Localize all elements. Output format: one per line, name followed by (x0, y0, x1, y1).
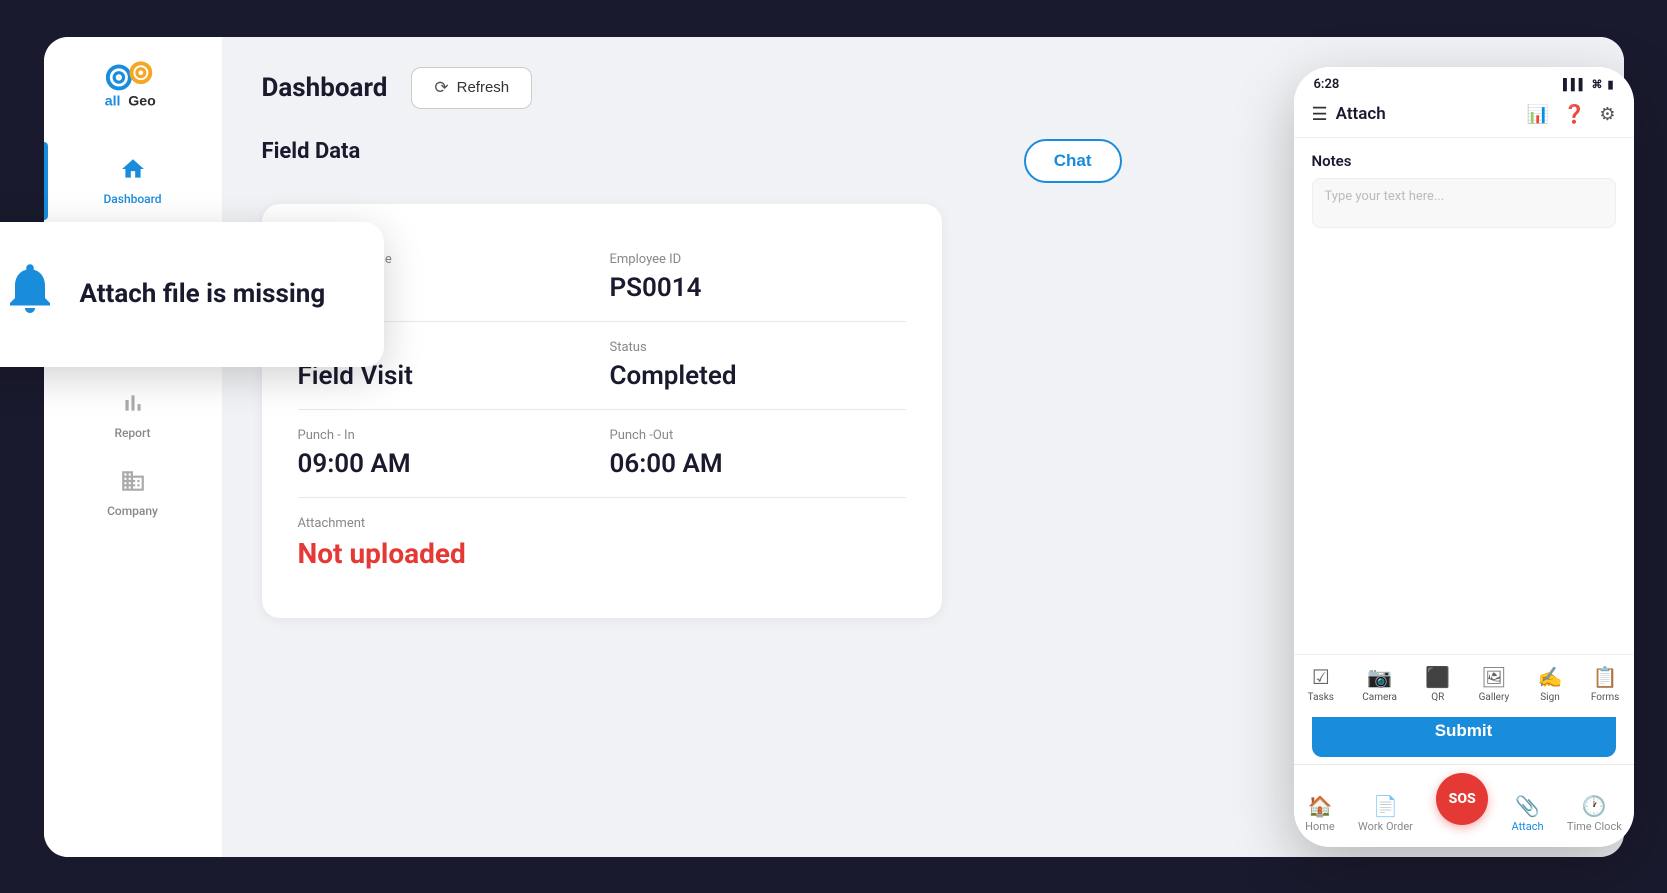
help-icon[interactable]: ❓ (1563, 104, 1585, 125)
phone-tab-sos[interactable]: SOS (1436, 773, 1488, 833)
phone-header-icons: 📊 ❓ ⚙ (1527, 104, 1616, 125)
page-title: Dashboard (262, 73, 388, 103)
refresh-label: Refresh (457, 79, 510, 96)
attach-tab-icon: 📎 (1515, 794, 1540, 818)
home-tab-icon: 🏠 (1307, 794, 1332, 818)
punch-out-value: 06:00 AM (610, 449, 906, 479)
attach-tab-label: Attach (1512, 820, 1544, 833)
camera-label: Camera (1362, 692, 1397, 703)
home-icon (120, 156, 146, 188)
phone-tool-qr[interactable]: ⬛ QR (1425, 665, 1450, 703)
tasks-icon: ☑ (1312, 665, 1330, 689)
phone-header: ☰ Attach 📊 ❓ ⚙ (1294, 96, 1634, 138)
refresh-button[interactable]: ⟳ Refresh (411, 67, 532, 109)
notes-title: Notes (1312, 152, 1616, 170)
sign-label: Sign (1540, 692, 1560, 703)
punch-out-field: Punch -Out 06:00 AM (610, 428, 906, 479)
status-label: Status (610, 340, 906, 355)
status-value: Completed (610, 361, 906, 391)
attachment-value: Not uploaded (298, 537, 906, 570)
phone-tab-attach[interactable]: 📎 Attach (1512, 794, 1544, 833)
svg-text:all: all (104, 92, 120, 108)
status-icons: ▌▌▌ ⌘ ▮ (1563, 78, 1613, 91)
gallery-icon: 🖼 (1481, 665, 1506, 689)
phone-notes-section: Notes Type your text here... (1294, 138, 1634, 242)
notes-placeholder: Type your text here... (1325, 189, 1445, 204)
employee-id-label: Employee ID (610, 252, 906, 267)
status-field: Status Completed (610, 340, 906, 391)
phone-bottom-tabs: 🏠 Home 📄 Work Order SOS 📎 Attach 🕐 Time … (1294, 764, 1634, 847)
phone-tab-timeclock[interactable]: 🕐 Time Clock (1567, 794, 1622, 833)
timeclock-tab-icon: 🕐 (1582, 794, 1607, 818)
phone-tool-sign[interactable]: ✍ Sign (1538, 665, 1563, 703)
punch-in-label: Punch - In (298, 428, 594, 443)
employee-row: Employee Name Joan Employee ID PS0014 (298, 234, 906, 322)
punch-in-field: Punch - In 09:00 AM (298, 428, 594, 479)
punch-out-label: Punch -Out (610, 428, 906, 443)
attachment-row: Attachment Not uploaded (298, 498, 906, 588)
wifi-icon: ⌘ (1591, 78, 1602, 91)
signal-icon: ▌▌▌ (1563, 78, 1586, 91)
sidebar: all Geo Dashboard Schedule (44, 37, 222, 857)
report-icon (120, 390, 146, 422)
gallery-label: Gallery (1479, 692, 1510, 703)
svg-text:Geo: Geo (128, 92, 156, 108)
app-container: all Geo Dashboard Schedule (44, 37, 1624, 857)
punch-in-value: 09:00 AM (298, 449, 594, 479)
alert-message: Attach file is missing (80, 279, 326, 309)
bell-icon (0, 258, 60, 331)
employee-id-field: Employee ID PS0014 (610, 252, 906, 303)
refresh-icon: ⟳ (434, 78, 448, 98)
phone-tab-home[interactable]: 🏠 Home (1305, 794, 1335, 833)
sign-icon: ✍ (1538, 665, 1563, 689)
task-row: Task Field Visit Status Completed (298, 322, 906, 410)
phone-tool-gallery[interactable]: 🖼 Gallery (1479, 665, 1510, 703)
phone-header-label: Attach (1336, 104, 1386, 124)
employee-id-value: PS0014 (610, 273, 906, 303)
workorder-tab-icon: 📄 (1373, 794, 1398, 818)
workorder-tab-label: Work Order (1358, 820, 1413, 833)
settings-icon[interactable]: ⚙ (1599, 104, 1615, 125)
qr-label: QR (1431, 692, 1444, 703)
sidebar-item-report[interactable]: Report (44, 376, 222, 454)
chat-button[interactable]: Chat (1024, 139, 1122, 183)
phone-overlay: 6:28 ▌▌▌ ⌘ ▮ ☰ Attach 📊 ❓ ⚙ Notes Type y (1294, 67, 1634, 847)
punch-row: Punch - In 09:00 AM Punch -Out 06:00 AM (298, 410, 906, 498)
sos-button[interactable]: SOS (1436, 773, 1488, 825)
home-tab-label: Home (1305, 820, 1335, 833)
phone-status-bar: 6:28 ▌▌▌ ⌘ ▮ (1294, 67, 1634, 96)
phone-tool-camera[interactable]: 📷 Camera (1362, 665, 1397, 703)
battery-icon: ▮ (1607, 78, 1613, 91)
forms-label: Forms (1591, 692, 1619, 703)
tasks-label: Tasks (1308, 692, 1334, 703)
field-data-title: Field Data (262, 139, 361, 164)
phone-tool-forms[interactable]: 📋 Forms (1591, 665, 1619, 703)
menu-attach-area: ☰ Attach (1312, 104, 1386, 125)
company-icon (120, 468, 146, 500)
sidebar-item-label-company: Company (107, 504, 158, 518)
attachment-label: Attachment (298, 516, 906, 531)
sidebar-item-label-dashboard: Dashboard (103, 192, 161, 206)
phone-time: 6:28 (1314, 77, 1340, 92)
phone-tool-tasks[interactable]: ☑ Tasks (1308, 665, 1334, 703)
phone-toolbar: ☑ Tasks 📷 Camera ⬛ QR 🖼 Gallery ✍ Sign 📋 (1294, 654, 1634, 717)
notes-input[interactable]: Type your text here... (1312, 178, 1616, 228)
sidebar-item-company[interactable]: Company (44, 454, 222, 532)
phone-tab-workorder[interactable]: 📄 Work Order (1358, 794, 1413, 833)
forms-icon: 📋 (1593, 665, 1618, 689)
qr-icon: ⬛ (1425, 665, 1450, 689)
alert-popup: Attach file is missing (0, 222, 384, 367)
sidebar-item-dashboard[interactable]: Dashboard (44, 142, 222, 220)
camera-icon: 📷 (1367, 665, 1392, 689)
logo-area: all Geo (98, 57, 168, 112)
timeclock-tab-label: Time Clock (1567, 820, 1622, 833)
sidebar-item-label-report: Report (114, 426, 150, 440)
hamburger-icon: ☰ (1312, 104, 1328, 125)
chart-icon[interactable]: 📊 (1527, 104, 1549, 125)
